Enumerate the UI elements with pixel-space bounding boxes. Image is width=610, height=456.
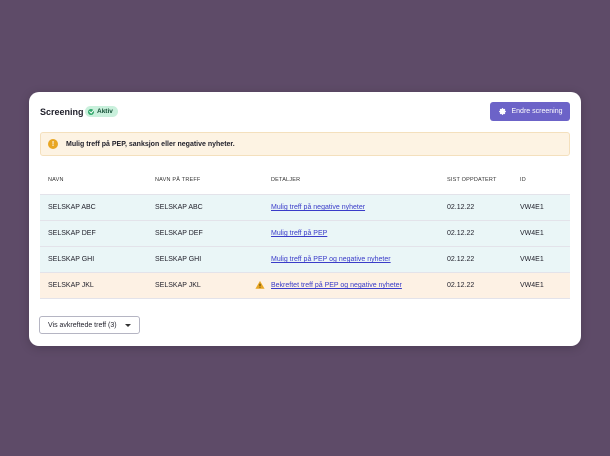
details-link[interactable]: Bekreftet treff på PEP og negative nyhet… [271,282,402,289]
cell-updated: 02.12.22 [447,204,475,211]
info-icon: ! [48,139,58,149]
cell-id: VW4E1 [520,230,544,237]
page-title: Screening [40,107,84,117]
show-rejected-dropdown[interactable]: Vis avkreftede treff (3) [39,316,140,334]
cell-id: VW4E1 [520,282,544,289]
table-row: SELSKAP GHI SELSKAP GHI Mulig treff på P… [40,246,570,272]
column-header-name: NAVN [48,177,64,183]
check-icon [88,108,94,115]
cell-updated: 02.12.22 [447,282,475,289]
cell-id: VW4E1 [520,204,544,211]
cell-updated: 02.12.22 [447,230,475,237]
column-header-match-name: NAVN PÅ TREFF [155,177,201,183]
column-header-id: ID [520,177,526,183]
cell-match-name: SELSKAP ABC [155,204,203,211]
chevron-down-icon [125,324,131,327]
details-link[interactable]: Mulig treff på PEP og negative nyheter [271,256,391,263]
cell-match-name: SELSKAP GHI [155,256,202,263]
status-badge-label: Aktiv [97,108,113,115]
details-link[interactable]: Mulig treff på PEP [271,230,327,237]
table-header: NAVN NAVN PÅ TREFF DETALJER SIST OPPDATE… [40,167,570,194]
cell-name: SELSKAP GHI [48,256,95,263]
cell-name: SELSKAP JKL [48,282,94,289]
table-row: SELSKAP DEF SELSKAP DEF Mulig treff på P… [40,220,570,246]
cell-name: SELSKAP ABC [48,204,96,211]
cell-updated: 02.12.22 [447,256,475,263]
warning-alert: ! Mulig treff på PEP, sanksjon eller neg… [40,132,570,156]
edit-screening-label: Endre screening [511,108,563,115]
gear-icon [498,108,506,115]
cell-match-name: SELSKAP DEF [155,230,203,237]
table-row: SELSKAP JKL SELSKAP JKL Bekreftet treff … [40,272,570,299]
details-link[interactable]: Mulig treff på negative nyheter [271,204,365,211]
screening-card: Screening Aktiv Endre screening ! Mulig … [29,92,581,346]
cell-match-name: SELSKAP JKL [155,282,201,289]
column-header-details: DETALJER [271,177,301,183]
results-table: NAVN NAVN PÅ TREFF DETALJER SIST OPPDATE… [40,167,570,299]
warning-icon [255,280,265,289]
alert-message: Mulig treff på PEP, sanksjon eller negat… [66,140,235,148]
status-badge: Aktiv [85,106,118,117]
cell-name: SELSKAP DEF [48,230,96,237]
edit-screening-button[interactable]: Endre screening [490,102,570,121]
cell-id: VW4E1 [520,256,544,263]
table-row: SELSKAP ABC SELSKAP ABC Mulig treff på n… [40,194,570,220]
column-header-updated: SIST OPPDATERT [447,177,497,183]
show-rejected-label: Vis avkreftede treff (3) [48,321,117,329]
